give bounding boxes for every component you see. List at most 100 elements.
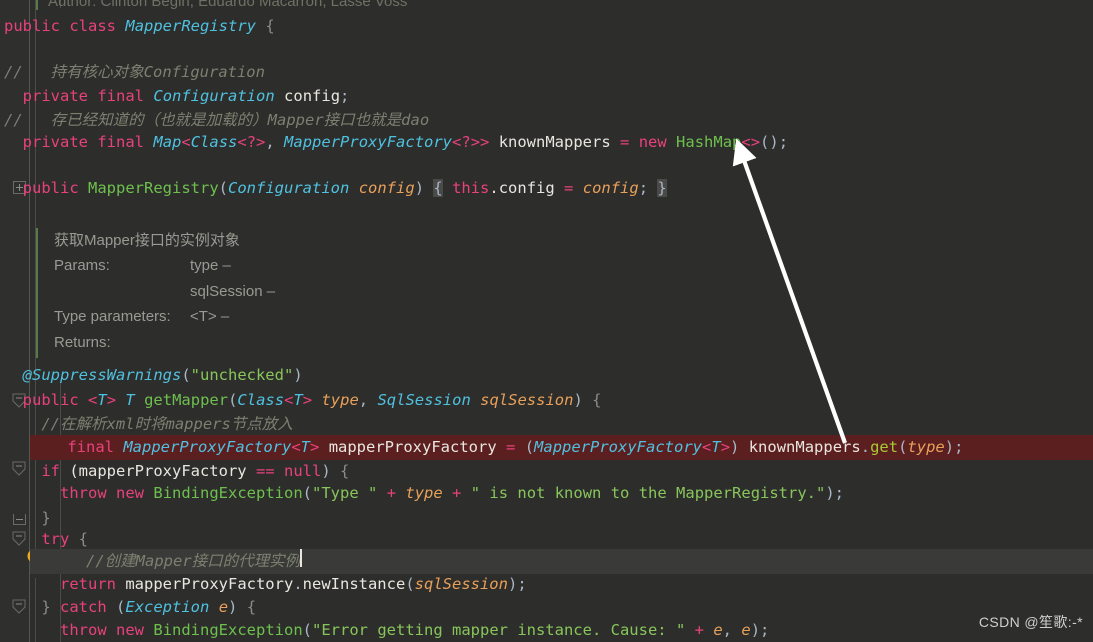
code-token: .config — [489, 179, 565, 197]
code-token: ); — [825, 484, 845, 502]
code-token: { — [592, 391, 602, 409]
code-token: HashMap — [676, 133, 742, 151]
code-token: new — [638, 133, 667, 151]
line-getmapper-sig[interactable]: public <T> T getMapper(Class<T> type, Sq… — [0, 388, 1093, 413]
code-token: { — [78, 530, 89, 548]
line-mapperproxyfactory-assign[interactable]: final MapperProxyFactory<T> mapperProxyF… — [30, 435, 1093, 461]
code-token: { — [246, 598, 257, 616]
code-token: config — [284, 87, 341, 105]
code-token: MapperRegistry — [125, 17, 257, 35]
javadoc-row-params: Params: type – — [36, 253, 456, 278]
code-token: final — [97, 133, 145, 151]
code-token: ( — [524, 438, 535, 456]
code-token: this — [452, 179, 490, 197]
code-token: ); — [750, 621, 770, 639]
line-throw-bindingexception-2[interactable]: throw new BindingException("Error gettin… — [0, 618, 1093, 642]
code-token: == — [255, 462, 275, 480]
code-token: > — [302, 391, 313, 409]
code-token: return — [60, 575, 116, 593]
code-token: sqlSession — [414, 575, 508, 593]
code-token: ( — [106, 598, 126, 616]
code-token: new — [116, 621, 145, 639]
code-token: Class — [237, 391, 285, 409]
code-token: ) — [730, 438, 740, 456]
code-editor-window: Author: Clinton Begin, Eduardo Macarron,… — [0, 0, 1093, 642]
code-token: ( — [181, 366, 191, 384]
code-token: e — [741, 621, 751, 639]
javadoc-summary: 获取Mapper接口的实例对象 — [36, 228, 456, 253]
code-token: <?> — [237, 133, 266, 151]
code-token: Configuration — [153, 87, 275, 105]
line-comment-xml[interactable]: //在解析xml时将mappers节点放入 — [0, 412, 1093, 437]
line-class-decl[interactable]: public class MapperRegistry { — [0, 14, 1093, 39]
code-token: Exception — [125, 598, 210, 616]
code-token: public — [4, 17, 60, 35]
code-token: <?>> — [452, 133, 490, 151]
code-token: = — [506, 438, 516, 456]
code-token: Configuration — [228, 179, 350, 197]
code-token: = — [620, 133, 630, 151]
line-throw-bindingexception-1[interactable]: throw new BindingException("Type " + typ… — [0, 481, 1093, 506]
code-token: Class — [190, 133, 238, 151]
javadoc-params-label: Params: — [54, 257, 110, 275]
code-token: ( — [302, 621, 313, 639]
line-field-config[interactable]: private final Configuration config; — [0, 84, 1093, 109]
code-token: < — [88, 391, 98, 409]
line-return-newinstance[interactable]: return mapperProxyFactory.newInstance(sq… — [0, 572, 1093, 597]
code-token: } — [41, 598, 51, 616]
code-token: = — [564, 179, 574, 197]
javadoc-rendered-block[interactable]: 获取Mapper接口的实例对象 Params: type – sqlSessio… — [36, 228, 456, 358]
code-token: <> — [741, 133, 761, 151]
line-constructor[interactable]: public MapperRegistry(Configuration conf… — [0, 176, 1093, 201]
code-token: > — [106, 391, 117, 409]
code-token: ) — [293, 366, 303, 384]
line-suppresswarnings[interactable]: @SuppressWarnings("unchecked") — [0, 363, 1093, 388]
text-caret — [300, 549, 302, 567]
code-token: e — [713, 621, 723, 639]
code-token: T — [97, 391, 107, 409]
code-token: { — [265, 17, 275, 35]
line-comment-proxy[interactable]: //创建Mapper接口的代理实例 — [30, 549, 1093, 575]
code-token: if — [41, 462, 60, 480]
code-token: type — [321, 391, 359, 409]
code-token: private — [22, 133, 88, 151]
line-catch[interactable]: } catch (Exception e) { — [0, 595, 1093, 620]
code-token: < — [291, 438, 301, 456]
code-token: ) — [414, 179, 425, 197]
code-token: final — [97, 87, 145, 105]
line-field-knownmappers[interactable]: private final Map<Class<?>, MapperProxyF… — [0, 130, 1093, 155]
code-token: } — [41, 509, 51, 527]
line-comment-config[interactable]: // 持有核心对象Configuration — [0, 60, 1093, 85]
code-token: > — [720, 438, 731, 456]
code-token: //创建Mapper接口的代理实例 — [30, 552, 301, 570]
code-token: mapperProxyFactory — [116, 575, 294, 593]
